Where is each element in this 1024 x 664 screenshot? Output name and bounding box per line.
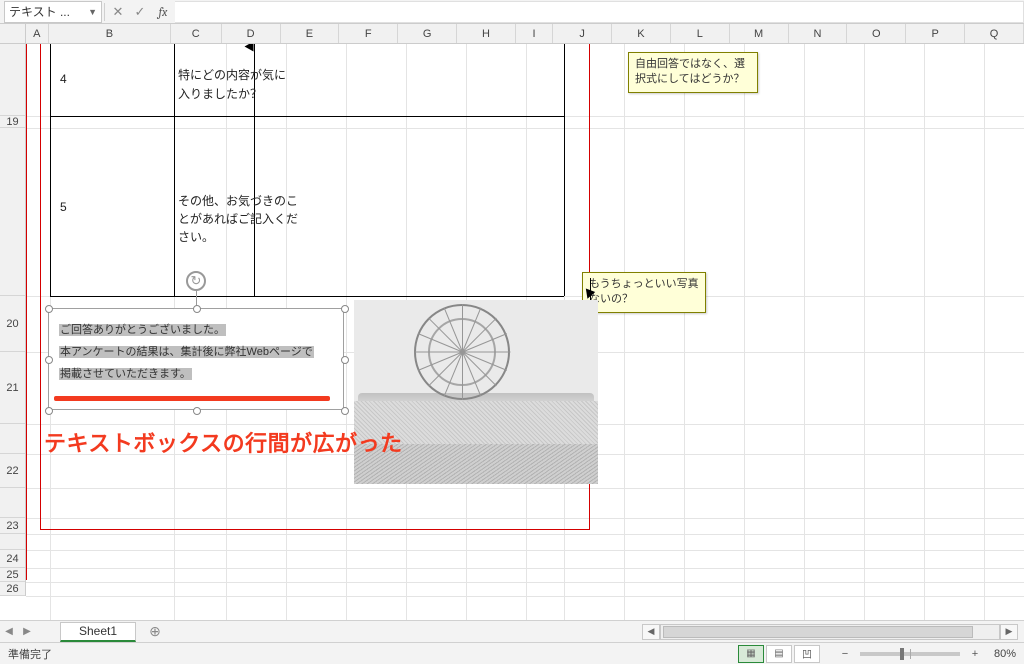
col-header-B[interactable]: B [49,24,171,43]
column-headers: ABCDEFGHIJKLMNOPQ [0,24,1024,44]
col-header-I[interactable]: I [516,24,553,43]
normal-view-button[interactable]: ▦ [738,645,764,663]
zoom-slider[interactable] [860,652,960,656]
row-header-r9[interactable] [0,534,25,550]
question-4-number: 4 [60,72,67,86]
col-header-L[interactable]: L [671,24,730,43]
col-header-F[interactable]: F [339,24,398,43]
row-header-25[interactable]: 25 [0,568,25,582]
zoom-label: 80% [994,648,1016,660]
col-header-E[interactable]: E [281,24,340,43]
scroll-right-button[interactable]: ▶ [1000,624,1018,640]
status-text: 準備完了 [8,646,52,662]
scroll-left-button[interactable]: ◀ [642,624,660,640]
name-box[interactable]: テキスト ... ▼ [4,1,102,23]
col-header-M[interactable]: M [730,24,789,43]
col-header-N[interactable]: N [789,24,848,43]
row-header-24[interactable]: 24 [0,550,25,568]
col-header-D[interactable]: D [222,24,281,43]
zoom-out-button[interactable]: − [838,648,852,660]
horizontal-scrollbar[interactable]: ◀ ▶ [642,624,1024,640]
accept-formula-button[interactable]: ✓ [129,1,151,23]
resize-handle[interactable] [341,305,349,313]
col-header-C[interactable]: C [171,24,222,43]
annotation-underline [54,396,330,401]
worksheet-area[interactable]: ABCDEFGHIJKLMNOPQ 19 2021 22 23 242526 4 特にどの… [0,24,1024,620]
cancel-formula-button[interactable]: ✕ [107,1,129,23]
question-4-text: 特にどの内容が気に入りましたか？ [178,66,296,104]
fx-icon[interactable]: fx [151,5,175,19]
separator [104,3,105,21]
formula-bar-strip: テキスト ... ▼ ✕ ✓ fx [0,0,1024,24]
col-header-Q[interactable]: Q [965,24,1024,43]
row-headers: 19 2021 22 23 242526 [0,44,26,596]
zoom-thumb[interactable] [900,648,904,660]
col-header-J[interactable]: J [553,24,612,43]
question-5-text: その他、お気づきのことがあればご記入ください。 [178,192,306,246]
question-5-number: 5 [60,200,67,214]
row-header-r5[interactable] [0,424,25,454]
row-header-r7[interactable] [0,488,25,518]
sheet-tab-sheet1[interactable]: Sheet1 [60,622,136,642]
page-layout-view-button[interactable]: ▤ [766,645,792,663]
row-header-22[interactable]: 22 [0,454,25,488]
row-header-26[interactable]: 26 [0,582,25,596]
status-bar: 準備完了 ▦ ▤ 凹 − + 80% [0,642,1024,664]
resize-handle[interactable] [45,356,53,364]
row-header-r0[interactable] [0,44,25,116]
resize-handle[interactable] [193,407,201,415]
row-header-21[interactable]: 21 [0,352,25,424]
chevron-down-icon[interactable]: ▼ [88,7,97,17]
scroll-thumb[interactable] [663,626,973,638]
selected-textbox[interactable]: ご回答ありがとうございました。本アンケートの結果は、集計後に弊社Webページで掲… [48,308,344,410]
formula-input[interactable] [175,1,1024,23]
row-header-r2[interactable] [0,128,25,296]
col-header-O[interactable]: O [847,24,906,43]
name-box-value: テキスト ... [9,3,70,20]
rotate-handle-icon[interactable] [186,271,206,291]
zoom-in-button[interactable]: + [968,648,982,660]
row-header-23[interactable]: 23 [0,518,25,534]
annotation-text: テキストボックスの行間が広がった [44,426,403,458]
row-header-19[interactable]: 19 [0,116,25,128]
col-header-P[interactable]: P [906,24,965,43]
row-header-20[interactable]: 20 [0,296,25,352]
col-header-G[interactable]: G [398,24,457,43]
scroll-track[interactable] [660,624,1000,640]
page-break-view-button[interactable]: 凹 [794,645,820,663]
tab-nav-next-icon[interactable]: ▶ [18,626,36,637]
tab-nav-prev-icon[interactable]: ◀ [0,626,18,637]
resize-handle[interactable] [45,305,53,313]
col-header-K[interactable]: K [612,24,671,43]
select-all-corner[interactable] [0,24,26,43]
add-sheet-button[interactable]: ⊕ [144,621,166,643]
sheet-tab-label: Sheet1 [79,624,117,638]
col-header-H[interactable]: H [457,24,516,43]
resize-handle[interactable] [193,305,201,313]
sheet-tabs-strip: ◀ ▶ Sheet1 ⊕ ◀ ▶ [0,620,1024,642]
cell-grid[interactable]: 4 特にどの内容が気に入りましたか？ 5 その他、お気づきのことがあればご記入ください… [26,44,1024,620]
textbox-content[interactable]: ご回答ありがとうございました。本アンケートの結果は、集計後に弊社Webページで掲… [49,309,343,395]
col-header-A[interactable]: A [26,24,50,43]
comment-box-2[interactable]: もうちょっといい写真ないの？ [582,272,706,313]
resize-handle[interactable] [341,407,349,415]
resize-handle[interactable] [45,407,53,415]
comment-box-1[interactable]: 自由回答ではなく、選択式にしてはどうか？ [628,52,758,93]
resize-handle[interactable] [341,356,349,364]
